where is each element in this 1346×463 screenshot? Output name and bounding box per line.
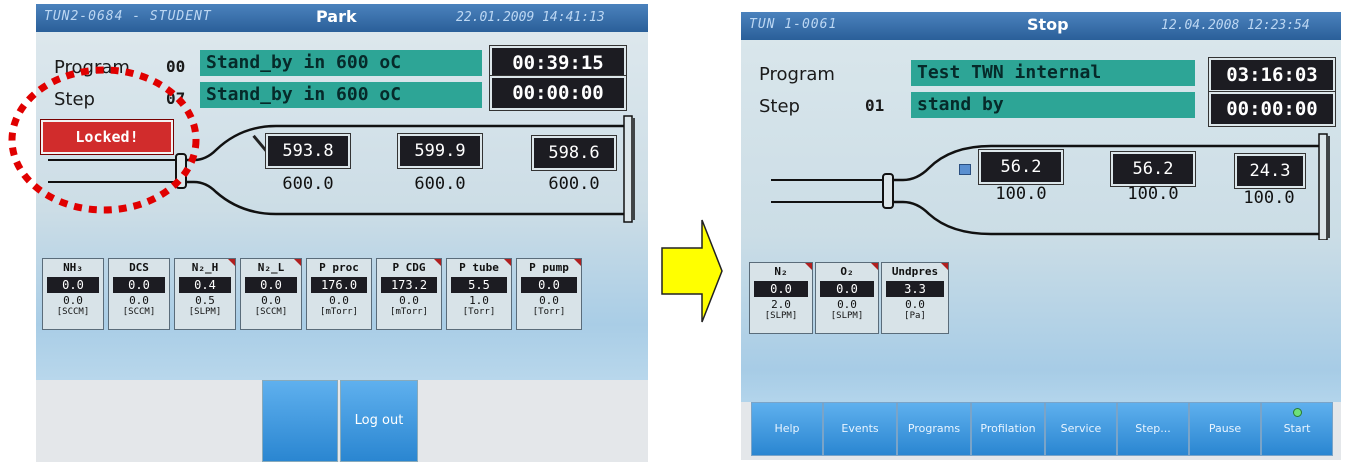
right-datetime: 12.04.2008 12:23:54 — [1161, 18, 1310, 33]
alarm-corner-icon — [294, 259, 301, 266]
right-zone1-setpoint: 100.0 — [995, 184, 1047, 204]
alarm-corner-icon — [228, 259, 235, 266]
gas-tile-undpres[interactable]: Undpres 3.3 0.0 [Pa] — [881, 262, 949, 334]
left-step-time: 00:00:00 — [490, 76, 626, 110]
gas-tile-o2[interactable]: O₂ 0.0 0.0 [SLPM] — [815, 262, 879, 334]
left-zone2-setpoint: 600.0 — [414, 174, 466, 194]
alarm-corner-icon — [574, 259, 581, 266]
left-zone1-setpoint: 600.0 — [282, 174, 334, 194]
alarm-corner-icon — [805, 263, 812, 270]
blank-button[interactable] — [262, 380, 338, 462]
right-program-time: 03:16:03 — [1209, 58, 1335, 92]
left-mode-status: Park — [316, 7, 357, 26]
left-title-bar: TUN2-0684 - STUDENT Park 22.01.2009 14:4… — [36, 4, 648, 32]
logout-button[interactable]: Log out — [340, 380, 418, 462]
service-button[interactable]: Service — [1045, 402, 1117, 456]
right-zone3-setpoint: 100.0 — [1243, 188, 1295, 208]
right-step-number: 01 — [865, 96, 885, 115]
gas-tile-n2[interactable]: N₂ 0.0 2.0 [SLPM] — [749, 262, 813, 334]
gas-tile-p-tube[interactable]: P tube 5.5 1.0 [Torr] — [446, 258, 512, 330]
programs-button[interactable]: Programs — [897, 402, 971, 456]
alarm-corner-icon — [941, 263, 948, 270]
start-button-label: Start — [1283, 422, 1311, 435]
right-step-label: Step — [759, 96, 800, 117]
right-title-bar: TUN 1-0061 Stop 12.04.2008 12:23:54 — [741, 12, 1341, 40]
help-button[interactable]: Help — [751, 402, 823, 456]
calendar-icon[interactable] — [959, 164, 971, 175]
gas-tile-n2h[interactable]: N₂_H 0.4 0.5 [SLPM] — [174, 258, 236, 330]
gas-tile-p-pump[interactable]: P pump 0.0 0.0 [Torr] — [516, 258, 582, 330]
pause-button[interactable]: Pause — [1189, 402, 1261, 456]
right-step-name: stand by — [911, 92, 1195, 118]
left-button-bar: Log out — [36, 380, 648, 462]
right-step-time: 00:00:00 — [1209, 92, 1335, 126]
left-program-name: Stand_by in 600 oC — [200, 50, 482, 76]
right-gas-panel: N₂ 0.0 2.0 [SLPM] O₂ 0.0 0.0 [SLPM] Undp… — [749, 262, 949, 334]
profilation-button[interactable]: Profilation — [971, 402, 1045, 456]
left-step-name: Stand_by in 600 oC — [200, 82, 482, 108]
left-datetime: 22.01.2009 14:41:13 — [456, 10, 605, 25]
left-zone3-setpoint: 600.0 — [548, 174, 600, 194]
gas-tile-dcs[interactable]: DCS 0.0 0.0 [SCCM] — [108, 258, 170, 330]
right-program-label: Program — [759, 64, 835, 85]
left-zone2-actual: 599.9 — [398, 134, 482, 168]
left-zone3-actual: 598.6 — [532, 136, 616, 170]
right-button-bar: Help Events Programs Profilation Service… — [741, 402, 1341, 460]
alarm-corner-icon — [434, 259, 441, 266]
start-button[interactable]: Start — [1261, 402, 1333, 456]
transition-arrow-icon — [661, 219, 723, 323]
gas-tile-nh3[interactable]: NH₃ 0.0 0.0 [SCCM] — [42, 258, 104, 330]
gas-tile-p-cdg[interactable]: P CDG 173.2 0.0 [mTorr] — [376, 258, 442, 330]
alarm-corner-icon — [871, 263, 878, 270]
right-zone3-actual: 24.3 — [1235, 154, 1305, 188]
gas-tile-p-proc[interactable]: P proc 176.0 0.0 [mTorr] — [306, 258, 372, 330]
gas-tile-n2l[interactable]: N₂_L 0.0 0.0 [SCCM] — [240, 258, 302, 330]
right-mode-status: Stop — [1027, 15, 1069, 34]
left-zone1-actual: 593.8 — [266, 134, 350, 168]
right-program-name: Test TWN internal — [911, 60, 1195, 86]
status-led-icon — [1293, 408, 1302, 417]
right-zone2-setpoint: 100.0 — [1127, 184, 1179, 204]
right-tool-id: TUN 1-0061 — [749, 17, 838, 32]
alarm-corner-icon — [504, 259, 511, 266]
right-zone1-actual: 56.2 — [979, 150, 1063, 184]
step-button[interactable]: Step... — [1117, 402, 1189, 456]
left-program-time: 00:39:15 — [490, 46, 626, 80]
annotation-dotted-circle — [8, 66, 200, 214]
right-screen: TUN 1-0061 Stop 12.04.2008 12:23:54 Prog… — [741, 12, 1341, 460]
events-button[interactable]: Events — [823, 402, 897, 456]
left-gas-panel: NH₃ 0.0 0.0 [SCCM] DCS 0.0 0.0 [SCCM] N₂… — [42, 258, 582, 330]
right-zone2-actual: 56.2 — [1111, 152, 1195, 186]
left-tool-id: TUN2-0684 - STUDENT — [44, 9, 212, 24]
